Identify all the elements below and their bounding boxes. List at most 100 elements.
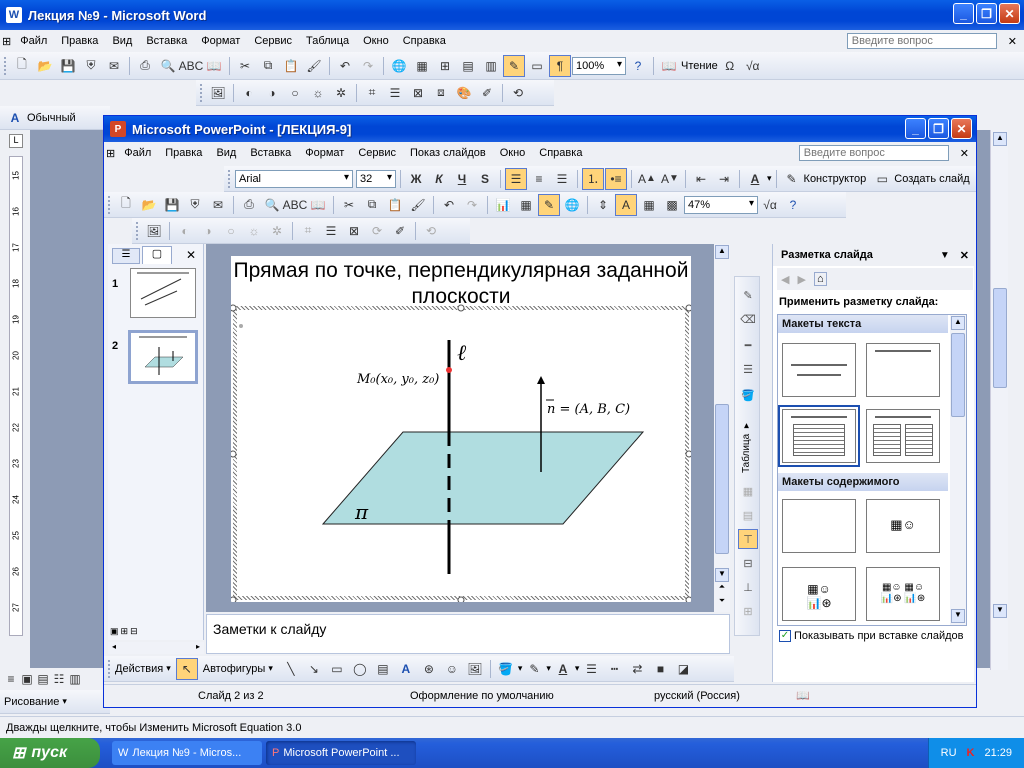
- layout-title-text[interactable]: [778, 405, 860, 467]
- copy-icon[interactable]: ⧉: [257, 55, 279, 77]
- taskpane-menu-icon[interactable]: ▼: [940, 250, 950, 261]
- line-style-icon[interactable]: ☰: [384, 82, 406, 104]
- word-menu-item[interactable]: Окно: [356, 35, 396, 47]
- ppt-help-icon[interactable]: ?: [782, 194, 804, 216]
- excel-icon[interactable]: ▤: [457, 55, 479, 77]
- picture-icon[interactable]: 🖼: [464, 658, 486, 680]
- word-menu-item[interactable]: Правка: [54, 35, 105, 47]
- layout-two-columns[interactable]: [866, 409, 940, 463]
- show-on-insert-checkbox[interactable]: ✓: [779, 630, 791, 642]
- ruler-corner[interactable]: L: [9, 134, 23, 148]
- ppt-menu-item[interactable]: Показ слайдов: [403, 147, 493, 159]
- layout-list-scrollbar[interactable]: ▲ ▼: [950, 315, 966, 625]
- dash-style-icon[interactable]: ┅: [603, 658, 625, 680]
- read-label[interactable]: Чтение: [681, 60, 718, 72]
- ppt-undo-icon[interactable]: ↶: [438, 194, 460, 216]
- ppt-equation-icon[interactable]: √α: [759, 194, 781, 216]
- color-icon[interactable]: ◐: [238, 82, 260, 104]
- normal-view-button[interactable]: ▣: [110, 626, 119, 640]
- word-vscrollbar[interactable]: ▲ ▼: [990, 130, 1008, 670]
- antivirus-icon[interactable]: K: [967, 747, 975, 759]
- email-icon[interactable]: ✉: [103, 55, 125, 77]
- line-icon[interactable]: ╲: [280, 658, 302, 680]
- ppt-format-painter-icon[interactable]: 🖌: [407, 194, 429, 216]
- ppt-preview-icon[interactable]: 🔍: [261, 194, 283, 216]
- ppt-spelling-icon[interactable]: ABC: [283, 194, 308, 216]
- slide-thumb-2[interactable]: [128, 330, 198, 384]
- close-button[interactable]: ✕: [999, 3, 1020, 24]
- slideshow-button[interactable]: ⊟: [130, 626, 138, 640]
- actions-menu[interactable]: Действия: [115, 663, 163, 675]
- select-cursor-icon[interactable]: ↖: [175, 657, 198, 680]
- fill-color-icon[interactable]: 🪣: [738, 385, 758, 405]
- numbering-icon[interactable]: ⒈: [582, 167, 604, 190]
- rectangle-icon[interactable]: ▭: [326, 658, 348, 680]
- new-icon[interactable]: 🗋: [11, 55, 33, 77]
- merge-cells-icon[interactable]: ▤: [738, 505, 758, 525]
- contrast-more-icon[interactable]: ◑: [261, 82, 283, 104]
- diagram-icon[interactable]: ⊛: [418, 658, 440, 680]
- font-size-combo[interactable]: 32: [356, 169, 396, 188]
- ppt-menu-item[interactable]: Правка: [158, 147, 209, 159]
- tables-icon[interactable]: ▦: [411, 55, 433, 77]
- open-icon[interactable]: 📂: [34, 55, 56, 77]
- ppt-rotate-icon[interactable]: ⟳: [366, 220, 388, 242]
- word-menu-item[interactable]: Вид: [105, 35, 139, 47]
- align-top-icon[interactable]: ⊤: [738, 529, 758, 549]
- tables-borders-icon[interactable]: ✎: [538, 193, 560, 216]
- ppt-titlebar[interactable]: P Microsoft PowerPoint - [ЛЕКЦИЯ-9] _ ❐ …: [104, 116, 976, 142]
- contrast-less-icon[interactable]: ○: [284, 82, 306, 104]
- ppt-copy-icon[interactable]: ⧉: [361, 194, 383, 216]
- redo-icon[interactable]: ↷: [357, 55, 379, 77]
- ppt-restore-button[interactable]: ❐: [928, 118, 949, 139]
- draw-font-color-icon[interactable]: A: [552, 658, 574, 680]
- word-menu-item[interactable]: Файл: [13, 35, 54, 47]
- ppt-cut-icon[interactable]: ✂: [338, 194, 360, 216]
- permission-icon[interactable]: ⛨: [80, 55, 102, 77]
- ppt-insert-picture-icon[interactable]: 🖼: [143, 220, 165, 242]
- layout-title-only[interactable]: [866, 343, 940, 397]
- new-slide-icon[interactable]: ▭: [871, 168, 893, 190]
- eraser-icon[interactable]: ⌫: [738, 309, 758, 329]
- layout-title-slide[interactable]: [782, 343, 856, 397]
- sorter-view-button[interactable]: ⊞: [121, 626, 129, 640]
- border-style-icon[interactable]: ━: [738, 335, 758, 355]
- outline-tab[interactable]: ☰: [112, 248, 140, 264]
- ppt-reset-picture-icon[interactable]: ⟲: [420, 220, 442, 242]
- distribute-icon[interactable]: ⊞: [738, 601, 758, 621]
- home-icon[interactable]: ⌂: [813, 272, 827, 286]
- ppt-close-button[interactable]: ✕: [951, 118, 972, 139]
- layout-title-content[interactable]: ▦☺ 📊⊛: [782, 567, 856, 621]
- layout-title-two-content[interactable]: ▦☺ ▦☺ 📊⊛ 📊⊛: [866, 567, 940, 621]
- pilcrow-icon[interactable]: ¶: [549, 54, 571, 77]
- autoshapes-menu[interactable]: Автофигуры: [203, 663, 266, 675]
- spelling-icon[interactable]: ABC: [179, 55, 204, 77]
- arrow-style-icon[interactable]: ⇄: [626, 658, 648, 680]
- slide-vscrollbar[interactable]: ▲ ▼ ⏶ ⏷: [714, 244, 730, 612]
- cut-icon[interactable]: ✂: [234, 55, 256, 77]
- font-color-icon[interactable]: A: [744, 168, 766, 190]
- wordart-icon[interactable]: A: [395, 658, 417, 680]
- ppt-save-icon[interactable]: 💾: [161, 194, 183, 216]
- paste-icon[interactable]: 📋: [280, 55, 302, 77]
- word-drawing-label[interactable]: Рисование: [4, 696, 59, 708]
- ppt-brightness-less-icon[interactable]: ✲: [266, 220, 288, 242]
- read-icon[interactable]: 📖: [658, 55, 680, 77]
- ppt-doc-close-icon[interactable]: ✕: [953, 147, 976, 160]
- underline-button[interactable]: Ч: [451, 168, 473, 190]
- decrease-indent-icon[interactable]: ⇤: [690, 168, 712, 190]
- brightness-more-icon[interactable]: ☼: [307, 82, 329, 104]
- minimize-button[interactable]: _: [953, 3, 974, 24]
- ppt-email-icon[interactable]: ✉: [207, 194, 229, 216]
- task-powerpoint[interactable]: P Microsoft PowerPoint ...: [266, 741, 416, 765]
- ppt-crop-icon[interactable]: ⌗: [297, 220, 319, 242]
- ppt-menu-item[interactable]: Окно: [493, 147, 533, 159]
- word-menu-item[interactable]: Таблица: [299, 35, 356, 47]
- shrink-font-icon[interactable]: A ▼: [659, 168, 681, 190]
- ppt-menu-item[interactable]: Формат: [298, 147, 351, 159]
- layout-blank[interactable]: [782, 499, 856, 553]
- ppt-print-icon[interactable]: ⎙: [238, 194, 260, 216]
- save-icon[interactable]: 💾: [57, 55, 79, 77]
- ppt-paste-icon[interactable]: 📋: [384, 194, 406, 216]
- word-zoom-combo[interactable]: 100%: [572, 56, 626, 75]
